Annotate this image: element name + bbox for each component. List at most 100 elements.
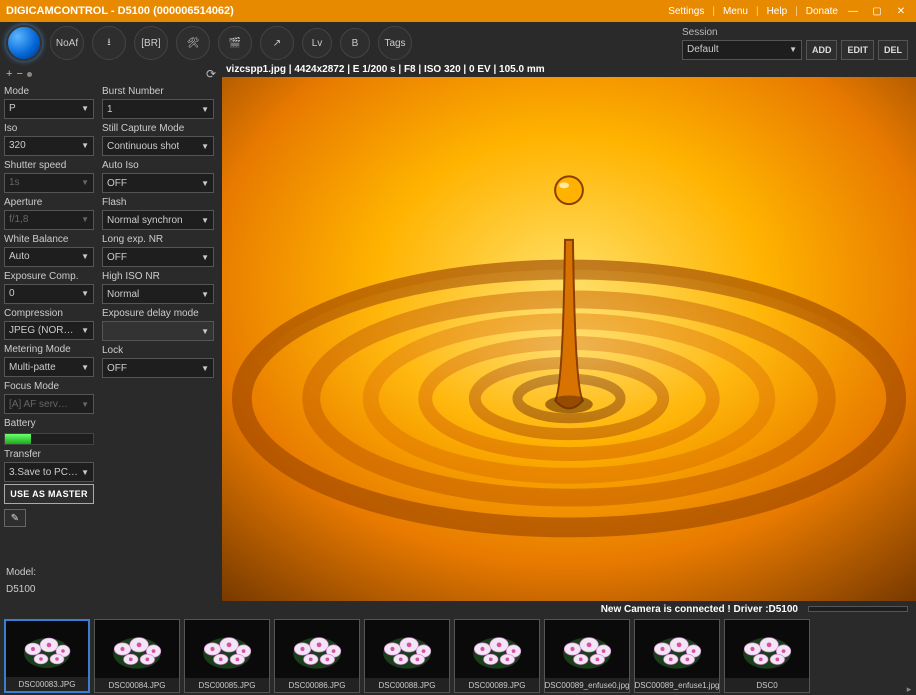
refresh-button[interactable]: ⟳ [206, 67, 216, 81]
titlebar: DIGICAMCONTROL - D5100 (000006514062) Se… [0, 0, 916, 22]
capture-label: Burst Number [102, 86, 214, 97]
liveview-button[interactable]: Lv [302, 28, 332, 58]
thumbnail-caption: DSC00089.JPG [455, 678, 539, 692]
external-button[interactable]: ↗ [260, 26, 294, 60]
setting-label: Metering Mode [4, 344, 94, 355]
external-icon: ↗ [273, 38, 281, 49]
thumbnail[interactable]: DSC00086.JPG [274, 619, 360, 693]
maximize-button[interactable]: ▢ [868, 4, 886, 18]
capture-dropdown-flash[interactable]: Normal synchron▼ [102, 210, 214, 230]
close-button[interactable]: ✕ [892, 4, 910, 18]
thumbnail[interactable]: DSC00085.JPG [184, 619, 270, 693]
setting-label: Compression [4, 308, 94, 319]
main-toolbar: NoAf ⭳ [BR] 🛠 🎬 ↗ Lv B Tags Session Defa… [0, 22, 916, 64]
setting-dropdown-mode[interactable]: P▼ [4, 99, 94, 119]
chevron-down-icon: ▼ [198, 216, 209, 225]
capture-dropdown-exposure-delay-mode[interactable]: ▼ [102, 321, 214, 341]
tags-button[interactable]: Tags [378, 26, 412, 60]
capture-label: Long exp. NR [102, 234, 214, 245]
model-value: D5100 [6, 584, 216, 595]
advanced-button[interactable]: ✎ [4, 509, 26, 527]
thumbnail-caption: DSC00086.JPG [275, 678, 359, 692]
setting-dropdown-exposure-comp-[interactable]: 0▼ [4, 284, 94, 304]
chevron-down-icon: ▼ [198, 364, 209, 373]
menu-settings[interactable]: Settings [668, 6, 704, 17]
thumbnail[interactable]: DSC00088.JPG [364, 619, 450, 693]
thumbnail-strip[interactable]: DSC00083.JPG DSC00084.JPG DSC00085.JPG DSC0… [0, 617, 916, 695]
chevron-down-icon: ▼ [78, 104, 89, 113]
bracketing-button[interactable]: [BR] [134, 26, 168, 60]
session-label: Session [682, 27, 908, 38]
download-button[interactable]: ⭳ [92, 26, 126, 60]
chevron-down-icon: ▼ [198, 253, 209, 262]
capture-dropdown-long-exp-nr[interactable]: OFF▼ [102, 247, 214, 267]
status-bar: New Camera is connected ! Driver :D5100 [0, 601, 916, 617]
menu-menu[interactable]: Menu [723, 6, 748, 17]
thumbnail-caption: DSC00084.JPG [95, 678, 179, 692]
session-del-button[interactable]: DEL [878, 40, 908, 60]
capture-label: Exposure delay mode [102, 308, 214, 319]
session-edit-button[interactable]: EDIT [841, 40, 874, 60]
stepper-plus[interactable]: + [6, 68, 12, 80]
setting-dropdown-focus-mode: [A] AF serv…▼ [4, 394, 94, 414]
capture-button[interactable] [6, 25, 42, 61]
transfer-label: Transfer [4, 449, 94, 460]
thumbnail-image [455, 620, 539, 678]
setting-dropdown-metering-mode[interactable]: Multi-patte▼ [4, 357, 94, 377]
capture-dropdown-still-capture-mode[interactable]: Continuous shot▼ [102, 136, 214, 156]
progress-bar [808, 606, 908, 612]
setting-dropdown-compression[interactable]: JPEG (NORM…▼ [4, 321, 94, 341]
thumbnail-image [185, 620, 269, 678]
bulb-button[interactable]: B [340, 28, 370, 58]
setting-dropdown-iso[interactable]: 320▼ [4, 136, 94, 156]
setting-label: Iso [4, 123, 94, 134]
thumbnail[interactable]: DSC00083.JPG [4, 619, 90, 693]
capture-dropdown-burst-number[interactable]: 1▼ [102, 99, 214, 119]
chevron-down-icon: ▼ [78, 141, 89, 150]
thumbnail-image [365, 620, 449, 678]
model-block: Model: D5100 [0, 527, 222, 601]
capture-settings-column: Burst Number1▼Still Capture ModeContinuo… [98, 84, 218, 527]
image-preview[interactable] [222, 77, 916, 601]
thumbnail-caption: DSC00089_enfuse0.jpg [545, 678, 629, 692]
window-title: DIGICAMCONTROL - D5100 (000006514062) [6, 5, 234, 17]
stepper-minus[interactable]: − [16, 68, 22, 80]
setting-label: Mode [4, 86, 94, 97]
thumbnail-image [6, 621, 88, 677]
thumbnail[interactable]: DSC00089_enfuse1.jpg [634, 619, 720, 693]
battery-meter [4, 433, 94, 445]
tools-button[interactable]: 🛠 [176, 26, 210, 60]
capture-label: Flash [102, 197, 214, 208]
thumbnail[interactable]: DSC00084.JPG [94, 619, 180, 693]
session-select[interactable]: Default ▼ [682, 40, 802, 60]
capture-label: High ISO NR [102, 271, 214, 282]
capture-dropdown-lock[interactable]: OFF▼ [102, 358, 214, 378]
setting-dropdown-white-balance[interactable]: Auto▼ [4, 247, 94, 267]
no-af-button[interactable]: NoAf [50, 26, 84, 60]
minimize-button[interactable]: — [844, 4, 862, 18]
setting-label: Aperture [4, 197, 94, 208]
indicator-dot [27, 72, 32, 77]
session-add-button[interactable]: ADD [806, 40, 838, 60]
capture-dropdown-auto-iso[interactable]: OFF▼ [102, 173, 214, 193]
transfer-dropdown[interactable]: 3.Save to PC …▼ [4, 462, 94, 482]
wrench-icon: 🛠 [187, 38, 200, 49]
thumbnail[interactable]: DSC0 [724, 619, 810, 693]
film-icon: 🎬 [229, 38, 241, 49]
use-as-master-button[interactable]: USE AS MASTER [4, 484, 94, 504]
chevron-down-icon: ▼ [78, 178, 89, 187]
thumbnail-image [725, 620, 809, 678]
setting-label: Focus Mode [4, 381, 94, 392]
image-info-bar: vizcspp1.jpg | 4424x2872 | E 1/200 s | F… [222, 64, 916, 77]
menu-donate[interactable]: Donate [806, 6, 838, 17]
chevron-down-icon: ▼ [78, 215, 89, 224]
chevron-down-icon: ▼ [78, 252, 89, 261]
capture-dropdown-high-iso-nr[interactable]: Normal▼ [102, 284, 214, 304]
thumbnail[interactable]: DSC00089.JPG [454, 619, 540, 693]
menu-help[interactable]: Help [767, 6, 788, 17]
thumbnail[interactable]: DSC00089_enfuse0.jpg [544, 619, 630, 693]
scroll-right-icon[interactable]: ▸ [902, 683, 916, 695]
session-block: Session Default ▼ ADD EDIT DEL [682, 27, 908, 60]
setting-dropdown-aperture: f/1,8▼ [4, 210, 94, 230]
clapboard-button[interactable]: 🎬 [218, 26, 252, 60]
